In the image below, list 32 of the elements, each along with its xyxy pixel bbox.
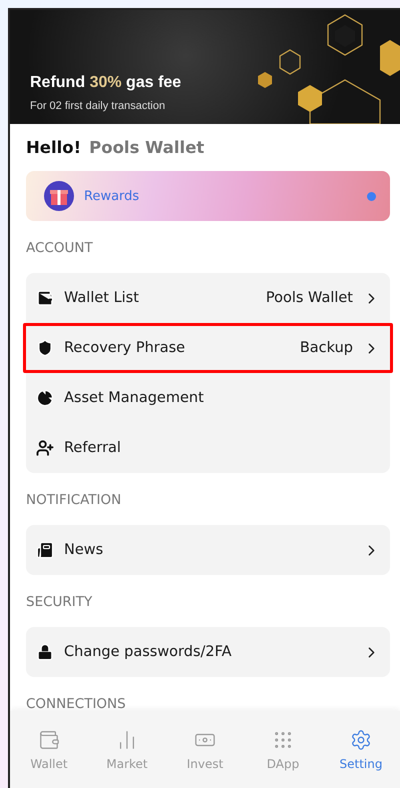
section-title: CONNECTIONS	[26, 696, 127, 711]
row-value: Backup	[300, 340, 353, 356]
settings-row[interactable]: Referral	[23, 423, 393, 473]
pie-chart-icon	[36, 389, 54, 407]
news-icon	[36, 541, 54, 559]
banner-title: Refund 30% gas fee	[30, 74, 182, 92]
gift-icon	[44, 181, 74, 211]
rewards-label: Rewards	[84, 188, 140, 204]
nav-label: Wallet	[30, 756, 68, 770]
settings-row[interactable]: Asset Management	[23, 373, 393, 423]
row-value: Pools Wallet	[266, 290, 353, 306]
nav-label: Setting	[340, 756, 382, 770]
section-title: ACCOUNT	[26, 240, 94, 256]
wallet-icon	[36, 289, 54, 307]
banner-subtitle: For 02 first daily transaction	[30, 100, 166, 112]
nav-label: DApp	[266, 756, 300, 770]
nav-label: Invest	[186, 756, 224, 770]
nav-tab[interactable]: Setting	[326, 728, 396, 770]
settings-row[interactable]: News	[23, 525, 393, 575]
nav-label: Market	[106, 756, 148, 770]
settings-row[interactable]: Wallet List Pools Wallet	[23, 273, 393, 323]
settings-icon	[350, 728, 372, 750]
shield-icon	[36, 339, 54, 357]
wallet-name: Pools Wallet	[89, 138, 204, 157]
section-title: SECURITY	[26, 594, 94, 610]
add-user-icon	[36, 439, 54, 457]
settings-row[interactable]: Change passwords/2FA	[23, 627, 393, 677]
wallet-icon	[38, 728, 60, 750]
lock-icon	[36, 643, 54, 661]
section-title: NOTIFICATION	[26, 492, 122, 508]
settings-row[interactable]: Recovery Phrase Backup	[23, 323, 393, 373]
greeting: Hello!	[26, 138, 82, 157]
